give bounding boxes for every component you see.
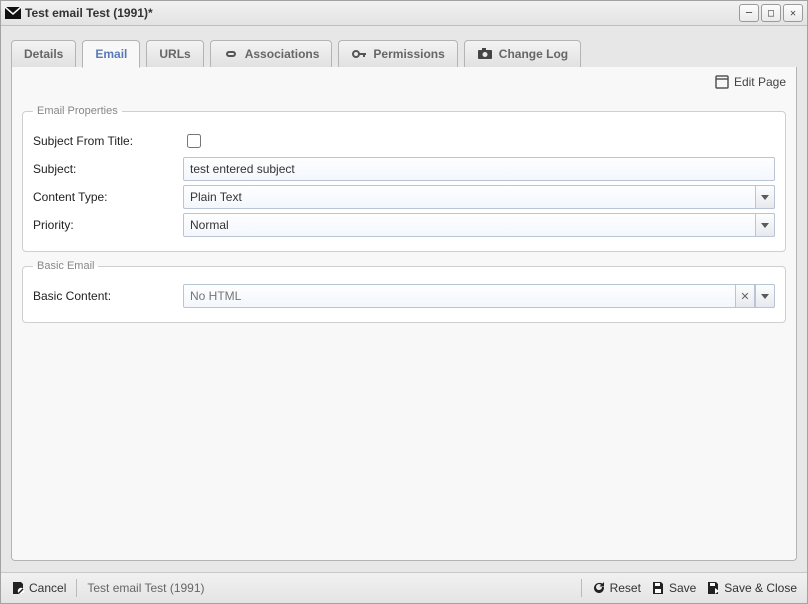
window-root: Test email Test (1991)* ─ □ ✕ Details Em…: [0, 0, 808, 604]
tab-permissions[interactable]: Permissions: [338, 40, 457, 68]
tab-content: Edit Page Email Properties Subject From …: [11, 67, 797, 561]
basic-content-dropdown-button[interactable]: [755, 284, 775, 308]
edit-page-button[interactable]: Edit Page: [714, 75, 786, 89]
tab-changelog-label: Change Log: [499, 47, 568, 61]
save-close-icon: [706, 581, 720, 595]
footer-separator: [76, 579, 77, 597]
tab-urls[interactable]: URLs: [146, 40, 203, 68]
priority-dropdown-button[interactable]: [755, 213, 775, 237]
reset-label: Reset: [610, 581, 641, 595]
tab-permissions-label: Permissions: [373, 47, 444, 61]
content-toolbar: Edit Page: [12, 67, 796, 97]
mail-icon: [5, 5, 21, 21]
link-icon: [223, 47, 239, 61]
subject-label: Subject:: [33, 162, 183, 176]
content-type-select[interactable]: [183, 185, 775, 209]
chevron-down-icon: [761, 223, 769, 228]
key-icon: [351, 47, 367, 61]
tab-change-log[interactable]: Change Log: [464, 40, 581, 68]
form-scroll-area: Email Properties Subject From Title: Sub…: [12, 97, 796, 560]
tab-email[interactable]: Email: [82, 40, 140, 68]
chevron-down-icon: [761, 294, 769, 299]
save-button[interactable]: Save: [651, 581, 696, 595]
page-icon: [714, 75, 730, 89]
footer-separator: [581, 579, 582, 597]
tab-email-label: Email: [95, 47, 127, 61]
tab-details[interactable]: Details: [11, 40, 76, 68]
tab-associations-label: Associations: [245, 47, 320, 61]
basic-content-clear-button[interactable]: ✕: [735, 284, 755, 308]
email-properties-fieldset: Email Properties Subject From Title: Sub…: [22, 105, 786, 252]
tab-urls-label: URLs: [159, 47, 190, 61]
save-icon: [651, 581, 665, 595]
save-close-button[interactable]: Save & Close: [706, 581, 797, 595]
tab-associations[interactable]: Associations: [210, 40, 333, 68]
priority-label: Priority:: [33, 218, 183, 232]
priority-select[interactable]: [183, 213, 775, 237]
basic-content-combo[interactable]: [183, 284, 775, 308]
cancel-button[interactable]: Cancel: [11, 581, 66, 595]
subject-input[interactable]: [183, 157, 775, 181]
reset-button[interactable]: Reset: [592, 581, 641, 595]
footer-bar: Cancel Test email Test (1991) Reset Save…: [1, 572, 807, 603]
refresh-icon: [592, 581, 606, 595]
basic-content-label: Basic Content:: [33, 289, 183, 303]
title-bar: Test email Test (1991)* ─ □ ✕: [1, 1, 807, 26]
minimize-button[interactable]: ─: [739, 4, 759, 22]
content-type-label: Content Type:: [33, 190, 183, 204]
basic-email-legend: Basic Email: [33, 260, 98, 272]
chevron-down-icon: [761, 195, 769, 200]
cancel-label: Cancel: [29, 581, 66, 595]
subject-from-title-label: Subject From Title:: [33, 134, 183, 148]
save-label: Save: [669, 581, 696, 595]
window-title: Test email Test (1991)*: [25, 6, 153, 20]
tab-bar: Details Email URLs Associations Permissi…: [1, 26, 807, 68]
content-type-dropdown-button[interactable]: [755, 185, 775, 209]
close-button[interactable]: ✕: [783, 4, 803, 22]
maximize-button[interactable]: □: [761, 4, 781, 22]
save-close-label: Save & Close: [724, 581, 797, 595]
email-properties-legend: Email Properties: [33, 105, 122, 117]
tab-details-label: Details: [24, 47, 63, 61]
subject-from-title-checkbox[interactable]: [187, 134, 201, 148]
basic-email-fieldset: Basic Email Basic Content: ✕: [22, 260, 786, 323]
footer-breadcrumb: Test email Test (1991): [87, 581, 204, 595]
camera-icon: [477, 47, 493, 61]
edit-page-label: Edit Page: [734, 75, 786, 89]
cancel-icon: [11, 581, 25, 595]
